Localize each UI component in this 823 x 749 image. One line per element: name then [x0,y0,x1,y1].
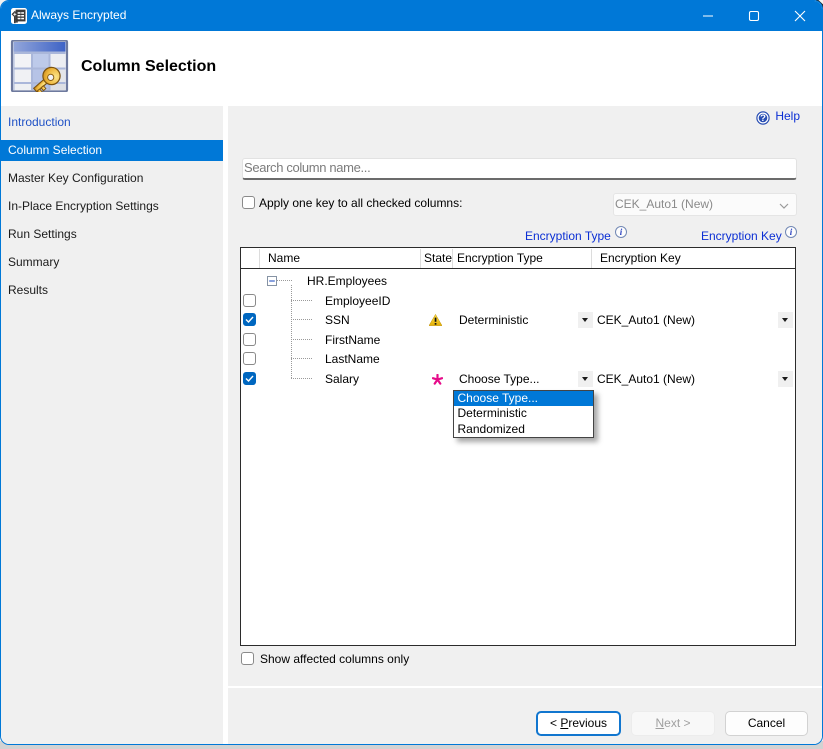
svg-text:?: ? [760,113,766,124]
